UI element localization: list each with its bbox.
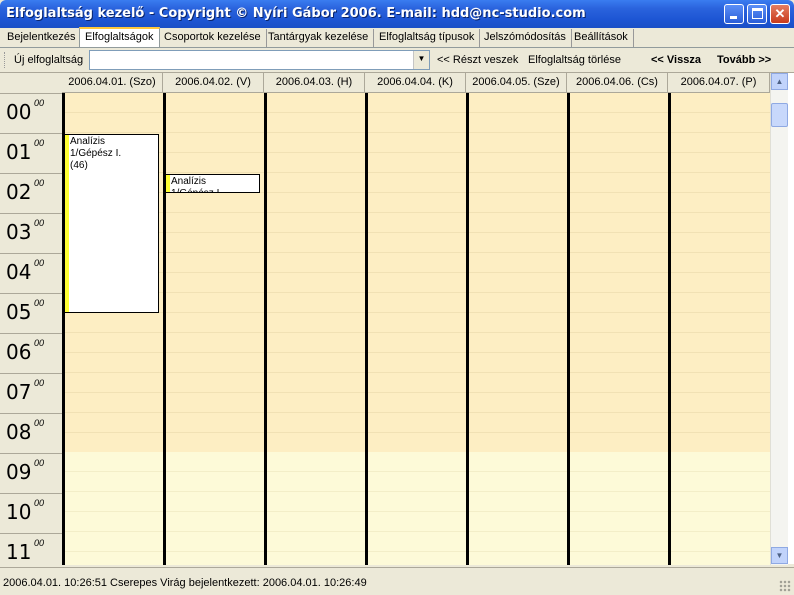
- tab-strip: Bejelentkezés Elfoglaltságok Csoportok k…: [0, 27, 794, 48]
- title-bar: Elfoglaltság kezelő - Copyright © Nyíri …: [0, 0, 794, 28]
- hour-minutes: 00: [34, 98, 45, 108]
- day-header[interactable]: 2006.04.03. (H): [264, 73, 365, 93]
- hour-number: 08: [6, 420, 32, 444]
- schedule-combo-input[interactable]: [90, 51, 410, 69]
- work-hours-band: [65, 452, 163, 565]
- calendar-grid: 00 00 01 00 02 00 03 00 04 00 05 00 06 00 07 00 08 00 09 00…: [0, 72, 794, 565]
- toolbar-grip[interactable]: [4, 52, 7, 68]
- hour-row-label: 10 00: [0, 493, 62, 533]
- hour-row-label: 04 00: [0, 253, 62, 293]
- schedule-combo[interactable]: ▼: [89, 50, 430, 70]
- scroll-down-icon[interactable]: ▼: [771, 547, 788, 564]
- hour-number: 11: [6, 540, 32, 564]
- maximize-button[interactable]: [747, 4, 767, 24]
- hour-number: 10: [6, 500, 32, 524]
- scroll-up-icon[interactable]: ▲: [771, 73, 788, 90]
- hour-row-label: 09 00: [0, 453, 62, 493]
- back-button[interactable]: << Vissza: [651, 54, 701, 66]
- event-color-bar: [166, 175, 170, 192]
- hour-number: 04: [6, 260, 32, 284]
- next-button[interactable]: Tovább >>: [717, 54, 771, 66]
- delete-schedule-button[interactable]: Elfoglaltság törlése: [528, 54, 621, 66]
- event-text: Analízis: [171, 176, 207, 187]
- day-header[interactable]: 2006.04.07. (P): [668, 73, 770, 93]
- hour-row-label: 07 00: [0, 373, 62, 413]
- hour-row-label: 05 00: [0, 293, 62, 333]
- close-button[interactable]: ✕: [770, 4, 790, 24]
- status-bar: 2006.04.01. 10:26:51 Cserepes Virág beje…: [0, 567, 794, 595]
- close-icon: ✕: [774, 6, 786, 21]
- event-color-bar: [65, 135, 69, 312]
- hour-minutes: 00: [34, 378, 45, 388]
- day-header[interactable]: 2006.04.05. (Sze): [466, 73, 567, 93]
- hour-minutes: 00: [34, 458, 45, 468]
- vertical-scrollbar[interactable]: ▲ ▼: [770, 73, 788, 565]
- day-header[interactable]: 2006.04.01. (Szo): [62, 73, 163, 93]
- work-hours-band: [469, 452, 567, 565]
- event-text: 1/Gépész I.: [70, 148, 122, 159]
- hour-number: 03: [6, 220, 32, 244]
- hour-column: 00 00 01 00 02 00 03 00 04 00 05 00 06 00 07 00 08 00 09 00…: [0, 73, 62, 565]
- work-hours-band: [570, 452, 668, 565]
- work-hours-band: [671, 452, 770, 565]
- day-header[interactable]: 2006.04.02. (V): [163, 73, 264, 93]
- day-header[interactable]: 2006.04.06. (Cs): [567, 73, 668, 93]
- hour-number: 05: [6, 300, 32, 324]
- hour-minutes: 00: [34, 138, 45, 148]
- toolbar: Új elfoglaltság ▼ << Részt veszek Elfogl…: [0, 48, 794, 72]
- hour-minutes: 00: [34, 258, 45, 268]
- minimize-icon: [730, 16, 737, 19]
- tab-schedule-types[interactable]: Elfoglaltság típusok: [374, 29, 481, 47]
- work-hours-band: [166, 452, 264, 565]
- hour-minutes: 00: [34, 418, 45, 428]
- event-text: Analízis: [70, 136, 106, 147]
- tab-password-change[interactable]: Jelszómódosítás: [479, 29, 572, 47]
- hour-row-label: 02 00: [0, 173, 62, 213]
- day-header[interactable]: 2006.04.04. (K): [365, 73, 466, 93]
- hour-row-label: 08 00: [0, 413, 62, 453]
- chevron-down-icon[interactable]: ▼: [413, 51, 429, 69]
- event-text: (46): [70, 160, 88, 171]
- minimize-button[interactable]: [724, 4, 744, 24]
- maximize-icon: [752, 8, 763, 19]
- participate-button[interactable]: << Részt veszek: [437, 54, 518, 66]
- day-column[interactable]: [365, 93, 466, 565]
- resize-grip-icon[interactable]: [779, 580, 791, 592]
- hour-minutes: 00: [34, 498, 45, 508]
- work-hours-band: [267, 452, 365, 565]
- hour-minutes: 00: [34, 338, 45, 348]
- hour-number: 00: [6, 100, 32, 124]
- day-column[interactable]: [567, 93, 668, 565]
- schedule-event[interactable]: Analízis1/Gépész I.: [165, 174, 260, 193]
- hour-number: 09: [6, 460, 32, 484]
- event-text: 1/Gépész I.: [171, 188, 257, 192]
- tab-schedules[interactable]: Elfoglaltságok: [79, 27, 160, 48]
- hour-minutes: 00: [34, 178, 45, 188]
- schedule-event[interactable]: Analízis 1/Gépész I. (46): [64, 134, 159, 313]
- status-text: 2006.04.01. 10:26:51 Cserepes Virág beje…: [3, 577, 367, 589]
- hour-number: 01: [6, 140, 32, 164]
- tab-settings[interactable]: Beállítások: [569, 29, 634, 47]
- hour-minutes: 00: [34, 538, 45, 548]
- scroll-thumb[interactable]: [771, 103, 788, 127]
- tab-subjects[interactable]: Tantárgyak kezelése: [263, 29, 375, 47]
- hour-minutes: 00: [34, 218, 45, 228]
- hour-number: 02: [6, 180, 32, 204]
- hour-row-label: 06 00: [0, 333, 62, 373]
- day-column[interactable]: [264, 93, 365, 565]
- hour-row-label: 03 00: [0, 213, 62, 253]
- hour-row-label: 01 00: [0, 133, 62, 173]
- hour-minutes: 00: [34, 298, 45, 308]
- tab-groups[interactable]: Csoportok kezelése: [159, 29, 267, 47]
- hour-number: 06: [6, 340, 32, 364]
- hour-number: 07: [6, 380, 32, 404]
- window-title: Elfoglaltság kezelő - Copyright © Nyíri …: [6, 6, 586, 21]
- day-column[interactable]: [163, 93, 264, 565]
- day-column[interactable]: [668, 93, 770, 565]
- tab-login[interactable]: Bejelentkezés: [2, 29, 82, 47]
- hour-row-label: 00 00: [0, 93, 62, 133]
- day-column[interactable]: [466, 93, 567, 565]
- work-hours-band: [368, 452, 466, 565]
- new-schedule-button[interactable]: Új elfoglaltság: [14, 54, 83, 66]
